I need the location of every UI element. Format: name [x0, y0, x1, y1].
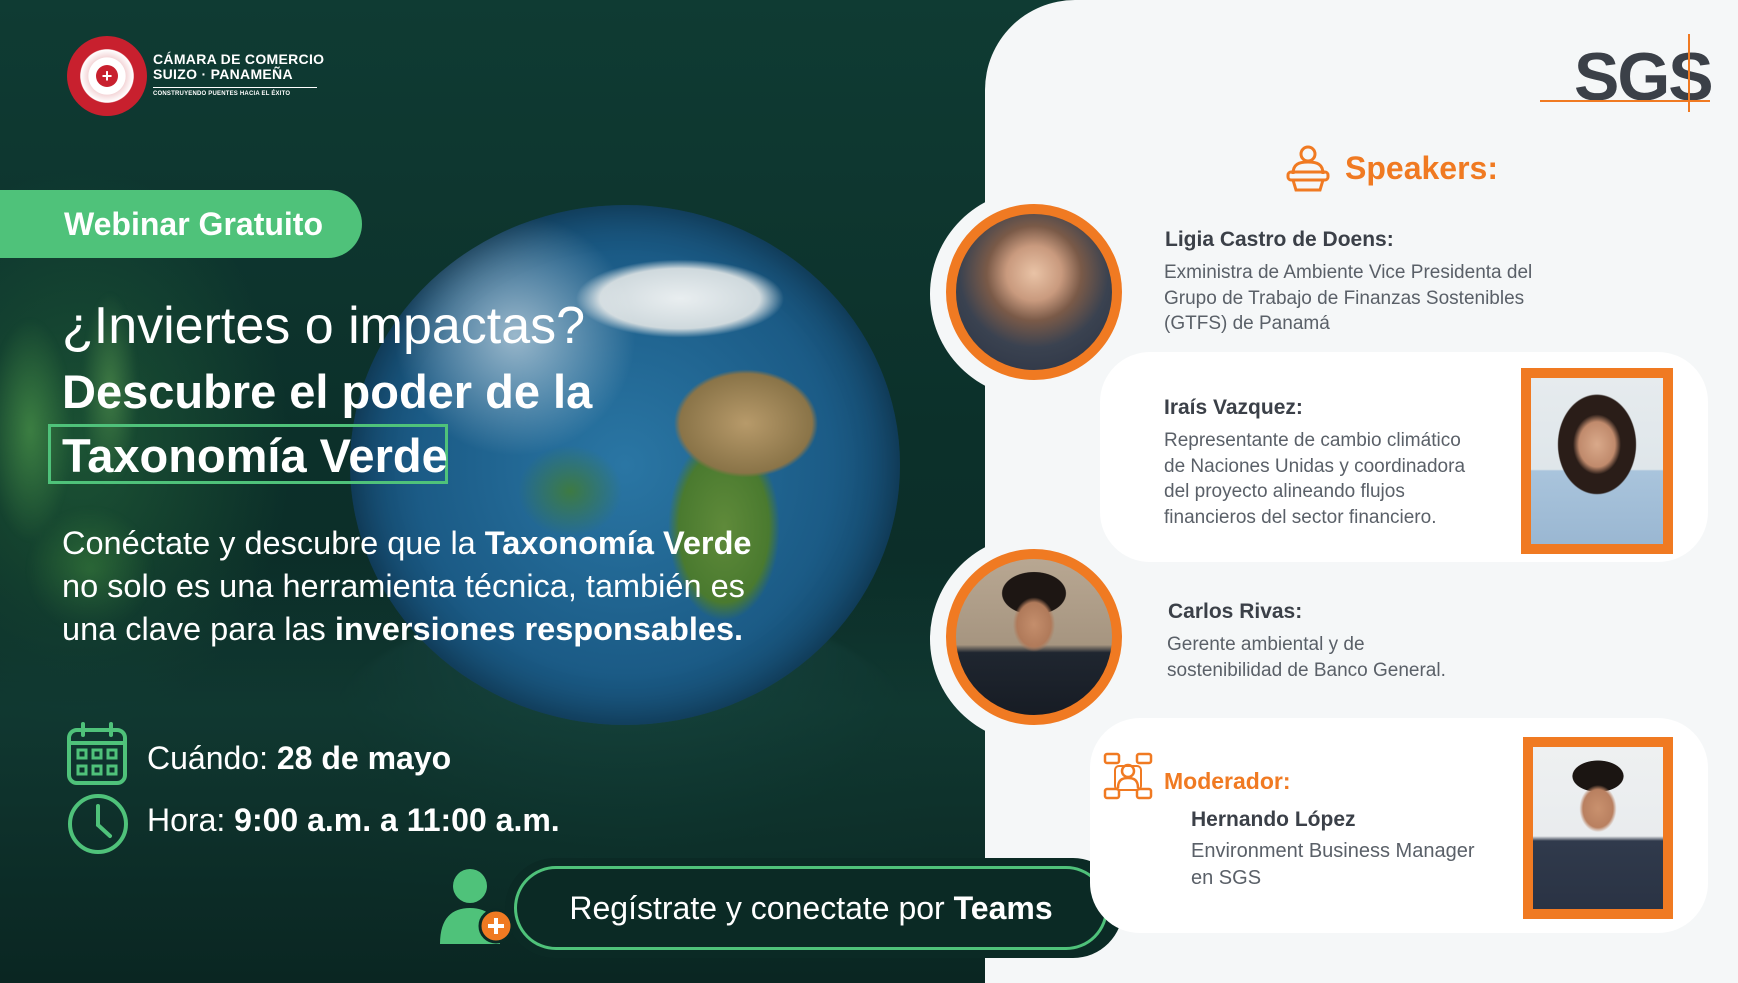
- add-user-icon: [440, 869, 514, 944]
- moderator-photo: [1523, 737, 1673, 919]
- edelweiss-icon: +: [76, 45, 138, 107]
- speaker-1-desc-line: Grupo de Trabajo de Finanzas Sostenibles: [1164, 287, 1525, 309]
- speaker-2-name: Iraís Vazquez:: [1164, 396, 1303, 419]
- speaker-3-desc-line: sostenibilidad de Banco General.: [1167, 659, 1446, 681]
- speaker-2-photo: [1521, 368, 1673, 554]
- moderator-desc-line: en SGS: [1191, 867, 1262, 889]
- logo-line-1: CÁMARA DE COMERCIO: [153, 51, 325, 67]
- moderator-description: Environment Business Manager en SGS: [1191, 838, 1474, 892]
- speaker-podium-icon: [1286, 145, 1330, 192]
- time-value: 9:00 a.m. a 11:00 a.m.: [234, 802, 560, 838]
- sgs-logo: SGS: [1574, 39, 1714, 115]
- speaker-2-desc-line: del proyecto alineando flujos: [1164, 481, 1405, 502]
- logo-line-2: SUIZO · PANAMEÑA: [153, 66, 293, 82]
- register-text: Regístrate y conectate por: [569, 890, 954, 926]
- speaker-1-desc-line: Exministra de Ambiente Vice Presidenta d…: [1164, 262, 1533, 283]
- speaker-3-desc-line: Gerente ambiental y de: [1167, 634, 1365, 655]
- register-platform: Teams: [953, 890, 1053, 926]
- headline-line-1: Descubre el poder de la: [62, 365, 593, 418]
- moderator-icon: [1103, 752, 1153, 800]
- headline-question: ¿Inviertes o impactas?: [62, 297, 586, 355]
- webinar-badge: Webinar Gratuito: [0, 190, 362, 258]
- speaker-1-description: Exministra de Ambiente Vice Presidenta d…: [1164, 260, 1532, 337]
- description-part-1: Conéctate y descubre que la: [62, 525, 485, 561]
- clock-icon: [68, 794, 128, 854]
- speaker-1-desc-line: (GTFS) de Panamá: [1164, 313, 1330, 334]
- register-teams-button[interactable]: Regístrate y conectate por Teams: [514, 866, 1108, 950]
- speaker-2-desc-line: financieros del sector financiero.: [1164, 506, 1437, 528]
- date-value: 28 de mayo: [276, 740, 452, 776]
- swiss-cross-icon: +: [96, 65, 118, 87]
- description-bold-1: Taxonomía Verde: [484, 525, 752, 561]
- calendar-icon: [67, 722, 127, 785]
- sgs-logo-line-horizontal: [1540, 100, 1710, 102]
- speakers-heading: Speakers:: [1345, 150, 1498, 186]
- sgs-logo-line-vertical: [1688, 34, 1690, 112]
- speaker-3-description: Gerente ambiental y de sostenibilidad de…: [1167, 632, 1446, 683]
- speaker-1-photo: [946, 204, 1122, 380]
- speaker-2-description: Representante de cambio climático de Nac…: [1164, 428, 1465, 530]
- moderator-desc-line: Environment Business Manager: [1191, 840, 1475, 862]
- speaker-2-desc-line: de Naciones Unidas y coordinadora: [1164, 455, 1466, 477]
- description-text: Conéctate y descubre que la Taxonomía Ve…: [62, 522, 762, 651]
- speaker-1-name: Ligia Castro de Doens:: [1165, 228, 1394, 251]
- logo-tagline: CONSTRUYENDO PUENTES HACIA EL ÉXITO: [153, 91, 291, 97]
- event-time: Hora: 9:00 a.m. a 11:00 a.m.: [147, 802, 560, 839]
- speaker-2-desc-line: Representante de cambio climático: [1164, 430, 1461, 451]
- moderator-heading: Moderador:: [1164, 768, 1291, 794]
- logo-divider: [153, 87, 317, 88]
- chamber-logo-text: CÁMARA DE COMERCIO SUIZO · PANAMEÑA CONS…: [153, 52, 324, 97]
- speaker-3-photo: [946, 549, 1122, 725]
- headline-line-2: Taxonomía Verde: [62, 429, 448, 482]
- moderator-name: Hernando López: [1191, 808, 1356, 831]
- speaker-3-name: Carlos Rivas:: [1168, 600, 1303, 623]
- event-date: Cuándo: 28 de mayo: [147, 740, 451, 777]
- chamber-logo: +: [67, 36, 147, 116]
- date-label: Cuándo:: [147, 740, 277, 776]
- webinar-flyer: + CÁMARA DE COMERCIO SUIZO · PANAMEÑA CO…: [0, 0, 1738, 983]
- time-label: Hora:: [147, 802, 235, 838]
- description-bold-2: inversiones responsables.: [334, 611, 744, 647]
